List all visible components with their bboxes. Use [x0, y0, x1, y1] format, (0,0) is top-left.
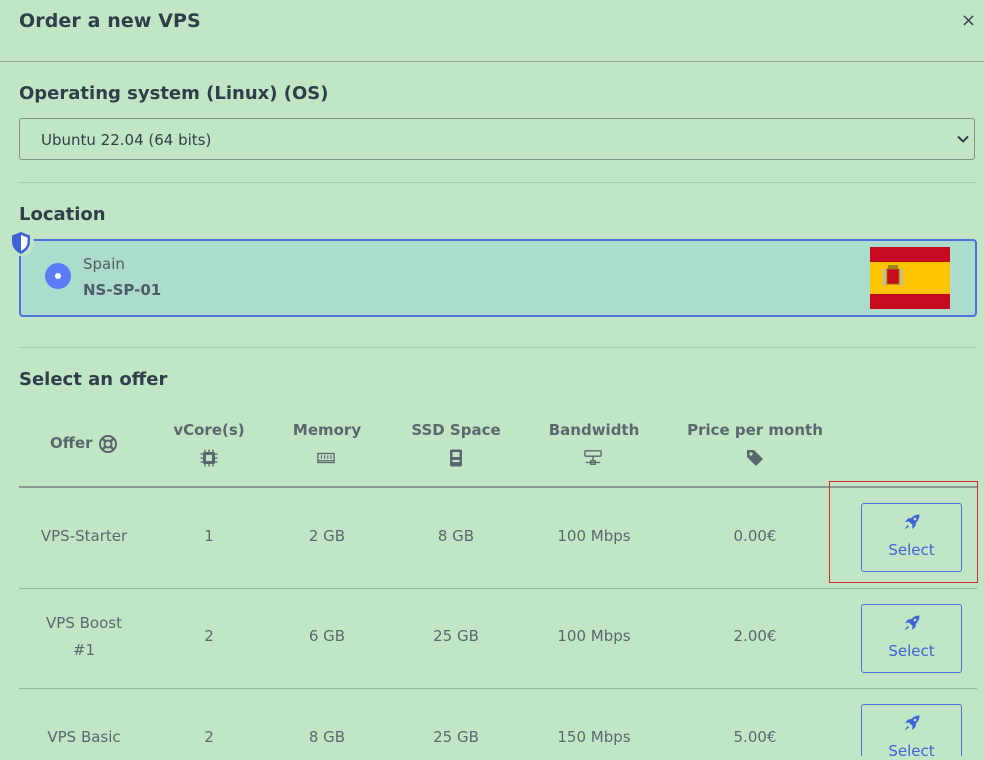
chevron-down-icon: [957, 135, 969, 143]
cpu-icon: [200, 449, 218, 467]
select-offer-button[interactable]: Select: [861, 704, 962, 760]
column-ssd: SSD Space: [411, 421, 501, 439]
os-heading: Operating system (Linux) (OS): [19, 83, 329, 104]
offer-ssd: 25 GB: [433, 627, 479, 645]
location-heading: Location: [19, 204, 106, 225]
os-select[interactable]: Ubuntu 22.04 (64 bits): [19, 118, 975, 160]
select-button-label: Select: [888, 541, 935, 559]
column-offer: Offer: [50, 434, 93, 452]
offer-bandwidth: 150 Mbps: [557, 728, 631, 746]
offer-name: VPS Boost: [46, 614, 122, 632]
offer-ssd: 8 GB: [437, 527, 475, 545]
column-bandwidth: Bandwidth: [548, 421, 640, 439]
ssd-icon: [450, 449, 462, 467]
offer-price: 2.00€: [733, 627, 777, 645]
rocket-icon: [904, 715, 920, 731]
offer-name: VPS-Starter: [40, 527, 128, 545]
select-offer-button[interactable]: Select: [861, 604, 962, 673]
tag-icon: [747, 450, 763, 466]
rocket-icon: [904, 615, 920, 631]
column-price: Price per month: [687, 421, 823, 439]
select-button-label: Select: [888, 742, 935, 760]
offer-bandwidth: 100 Mbps: [557, 627, 631, 645]
location-card-spain[interactable]: [19, 239, 977, 317]
offer-name-line2: #1: [72, 641, 96, 659]
location-code: NS-SP-01: [83, 281, 162, 299]
close-icon[interactable]: ×: [961, 10, 976, 31]
spain-flag-icon: [870, 247, 950, 309]
offer-vcores: 2: [204, 728, 214, 746]
offer-memory: 6 GB: [308, 627, 346, 645]
offer-vcores: 1: [204, 527, 214, 545]
lifebuoy-icon: [99, 435, 117, 453]
os-select-value: Ubuntu 22.04 (64 bits): [41, 131, 212, 149]
select-offer-button[interactable]: Select: [861, 503, 962, 572]
network-icon: [584, 450, 602, 465]
offer-name: VPS Basic: [47, 728, 121, 746]
offer-memory: 8 GB: [308, 728, 346, 746]
offers-heading: Select an offer: [19, 369, 168, 390]
row-divider: [19, 588, 977, 589]
select-button-label: Select: [888, 642, 935, 660]
header-divider: [0, 61, 984, 62]
offer-memory: 2 GB: [308, 527, 346, 545]
rocket-icon: [904, 514, 920, 530]
row-divider: [19, 688, 977, 689]
shield-icon: [8, 230, 34, 256]
offer-price: 0.00€: [733, 527, 777, 545]
column-memory: Memory: [292, 421, 362, 439]
offer-price: 5.00€: [733, 728, 777, 746]
offer-ssd: 25 GB: [433, 728, 479, 746]
column-vcores: vCore(s): [173, 421, 245, 439]
dialog-title: Order a new VPS: [19, 10, 201, 32]
memory-icon: [317, 452, 335, 464]
divider: [19, 182, 977, 183]
divider: [19, 347, 977, 348]
location-country: Spain: [83, 255, 125, 273]
location-radio[interactable]: [45, 263, 71, 289]
table-header-divider: [19, 486, 977, 488]
offer-vcores: 2: [204, 627, 214, 645]
offer-bandwidth: 100 Mbps: [557, 527, 631, 545]
